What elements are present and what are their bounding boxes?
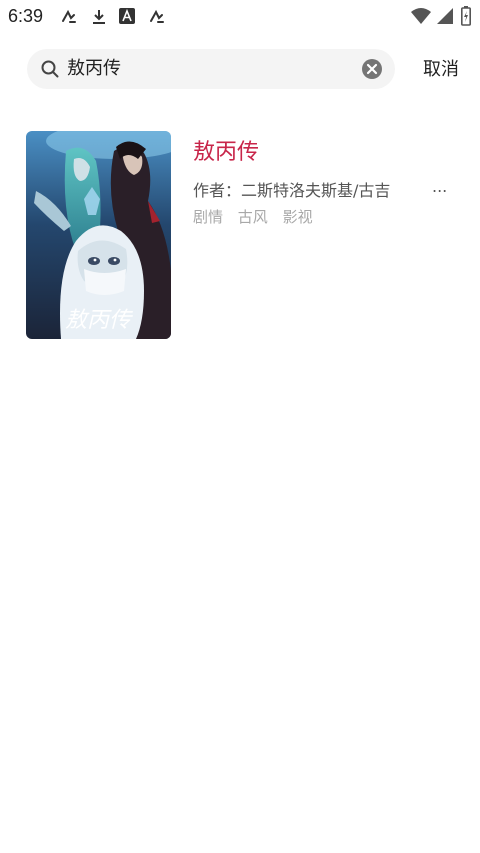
signal-icon	[436, 7, 454, 29]
search-icon	[41, 60, 59, 82]
tag-label: 影视	[282, 208, 313, 226]
cover-title-text: 敖丙传	[65, 308, 133, 333]
search-box[interactable]	[27, 49, 395, 89]
swift-key-icon	[60, 8, 78, 30]
tag-label: 古风	[237, 208, 268, 226]
status-time: 6:39	[8, 6, 44, 26]
search-input[interactable]	[67, 49, 347, 89]
search-result-item[interactable]: 敖丙传 敖丙传 作者：二斯特洛夫斯基/古吉 ... 剧情 古风 影视	[26, 131, 456, 341]
result-author: 作者：二斯特洛夫斯基/古吉	[193, 181, 391, 200]
clear-search-icon[interactable]	[361, 58, 383, 84]
screen: 6:39 敖丙传 取消 敖丙传 敖丙传 作者：二斯特洛夫斯基/古吉 ... 剧情…	[0, 0, 480, 853]
font-a-icon	[119, 8, 135, 28]
author-overflow: ...	[432, 177, 448, 196]
result-tags: 剧情 古风 影视	[193, 206, 323, 227]
status-bar: 6:39	[0, 0, 480, 34]
cover-image: 敖丙传	[26, 131, 171, 339]
wifi-icon	[410, 7, 432, 29]
cancel-button[interactable]: 取消	[412, 54, 470, 86]
tag-label: 剧情	[193, 208, 224, 226]
battery-icon	[461, 6, 471, 30]
download-icon	[90, 8, 108, 30]
swift-key-icon-2	[148, 8, 166, 30]
result-title: 敖丙传	[193, 140, 260, 165]
